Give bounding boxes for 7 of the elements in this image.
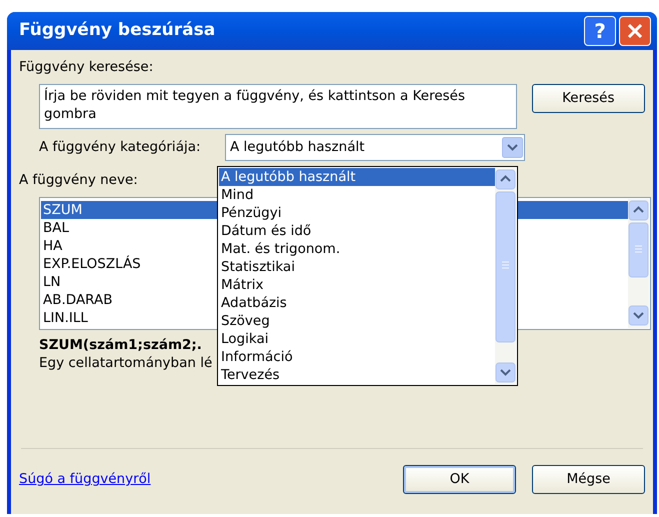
function-description: Egy cellatartományban lé — [39, 354, 212, 372]
function-signature: SZUM(szám1;szám2;. — [39, 336, 202, 354]
window-title: Függvény beszúrása — [19, 19, 216, 42]
category-value: A legutóbb használt — [230, 138, 366, 158]
category-label: A függvény kategóriája: — [39, 138, 202, 158]
function-name-label: A függvény neve: — [19, 171, 138, 189]
search-label: Függvény keresése: — [19, 58, 154, 76]
